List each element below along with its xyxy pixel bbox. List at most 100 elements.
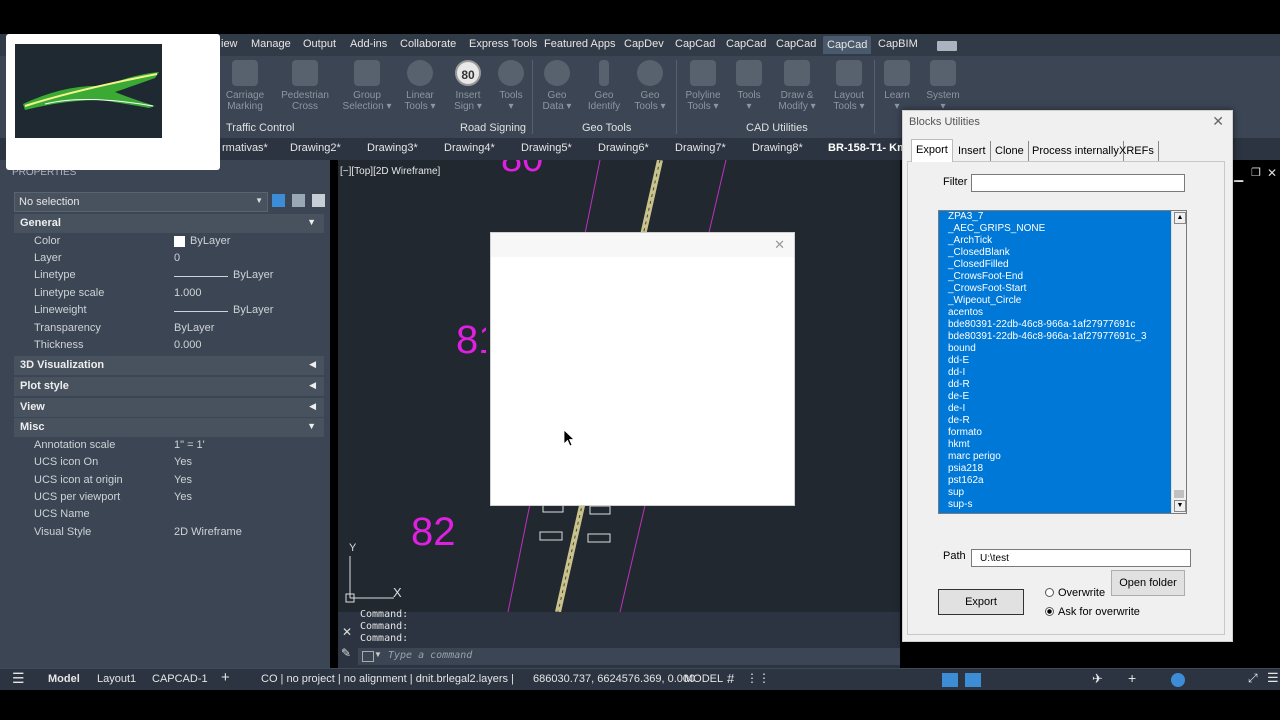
prop-row-ucs-name[interactable]: UCS Name (0, 506, 322, 523)
snap-icon[interactable]: ⋮⋮ (746, 671, 770, 685)
overwrite-radio[interactable] (1045, 588, 1054, 597)
system-button[interactable]: System ▾ (918, 60, 968, 112)
block-list-item[interactable]: dd-R (939, 379, 1171, 391)
pedestrian-cross-button[interactable]: Pedestrian Cross (280, 60, 330, 112)
prop-row-layer[interactable]: Layer 0 (0, 250, 322, 267)
tab-express-tools[interactable]: Express Tools (469, 38, 537, 50)
doc-tab[interactable]: Drawing6* (598, 142, 649, 154)
capcad-layout-tab[interactable]: CAPCAD-1 (152, 673, 208, 685)
tab-manage[interactable]: Manage (251, 38, 291, 50)
close-icon[interactable]: ✕ (1267, 166, 1277, 180)
tab-collaborate[interactable]: Collaborate (400, 38, 456, 50)
block-list-item[interactable]: formato (939, 427, 1171, 439)
prop-row-ucs-icon-on[interactable]: UCS icon On Yes (0, 454, 322, 471)
section-misc[interactable]: Misc ▼ (14, 418, 324, 437)
block-list-item[interactable]: bde80391-22db-46c8-966a-1af27977691c (939, 319, 1171, 331)
tab-process-internally[interactable]: Process internally (1028, 141, 1124, 161)
select-objects-icon[interactable] (292, 194, 305, 207)
model-space-button[interactable]: MODEL (684, 673, 723, 685)
tab-view[interactable]: iew (221, 38, 238, 50)
block-list-item[interactable]: _Wipeout_Circle (939, 295, 1171, 307)
linear-tools-button[interactable]: Linear Tools ▾ (395, 60, 445, 112)
scroll-up-icon[interactable]: ▲ (1174, 212, 1186, 224)
viewport-controls[interactable]: [−][Top][2D Wireframe] (340, 166, 440, 177)
close-icon[interactable]: ✕ (342, 625, 352, 639)
fullscreen-icon[interactable]: ⤢ (1248, 671, 1258, 686)
tab-capcad-2[interactable]: CapCad (726, 38, 766, 50)
grid-icon[interactable]: # (727, 671, 734, 686)
restore-icon[interactable]: ❐ (1251, 166, 1261, 179)
sign-tools-button[interactable]: Tools ▾ (486, 60, 536, 112)
open-folder-button[interactable]: Open folder (1111, 570, 1185, 596)
block-list-item[interactable]: hkmt (939, 439, 1171, 451)
pickadd-icon[interactable] (312, 194, 325, 207)
polyline-tools-button[interactable]: Polyline Tools ▾ (678, 60, 728, 112)
selection-dropdown[interactable]: No selection ▼ (14, 192, 268, 212)
listbox-scrollbar[interactable]: ▲ ▼ (1171, 211, 1186, 513)
scroll-down-icon[interactable]: ▼ (1174, 500, 1186, 512)
block-list-item[interactable]: bound (939, 343, 1171, 355)
carriage-marking-button[interactable]: Carriage Marking (220, 60, 270, 112)
geo-identify-button[interactable]: Geo Identify (579, 60, 629, 112)
block-list-item[interactable]: _ClosedBlank (939, 247, 1171, 259)
add-layout-button[interactable]: + (221, 669, 230, 686)
tab-clone[interactable]: Clone (991, 141, 1029, 161)
block-list-item[interactable]: _ArchTick (939, 235, 1171, 247)
prop-row-transparency[interactable]: Transparency ByLayer (0, 320, 322, 337)
block-list-item[interactable]: _AEC_GRIPS_NONE (939, 223, 1171, 235)
tab-capcad-active[interactable]: CapCad (823, 36, 872, 54)
ask-overwrite-radio[interactable] (1045, 607, 1054, 616)
layout1-tab[interactable]: Layout1 (97, 673, 136, 685)
prop-row-linetype[interactable]: Linetype ByLayer (0, 267, 322, 284)
prop-row-ucs-icon-origin[interactable]: UCS icon at origin Yes (0, 472, 322, 489)
block-list-item[interactable]: bde80391-22db-46c8-966a-1af27977691c_3 (939, 331, 1171, 343)
layout-tools-button[interactable]: Layout Tools ▾ (824, 60, 874, 112)
prop-row-color[interactable]: Color ByLayer (0, 233, 322, 250)
geo-tools-button[interactable]: Geo Tools ▾ (625, 60, 675, 112)
geo-data-button[interactable]: Geo Data ▾ (532, 60, 582, 112)
prop-row-lineweight[interactable]: Lineweight ByLayer (0, 302, 322, 319)
block-list-item[interactable]: ZPA3_7 (939, 211, 1171, 223)
tab-export[interactable]: Export (911, 139, 953, 162)
doc-tab-active[interactable]: BR-158-T1- Km (828, 142, 907, 154)
block-list-item[interactable]: de-E (939, 391, 1171, 403)
add-icon[interactable]: + (1128, 670, 1136, 686)
group-selection-button[interactable]: Group Selection ▾ (342, 60, 392, 112)
model-tab[interactable]: Model (48, 673, 80, 685)
block-list-item[interactable]: psia218 (939, 463, 1171, 475)
blocks-listbox[interactable]: ZPA3_7 _AEC_GRIPS_NONE _ArchTick _ClosedBla… (938, 210, 1187, 514)
section-view[interactable]: View ◀ (14, 398, 324, 417)
tab-xrefs[interactable]: XREFs (1115, 141, 1159, 161)
block-list-item[interactable]: de-R (939, 415, 1171, 427)
wrench-icon[interactable]: ✎ (341, 646, 351, 660)
doc-tab[interactable]: Drawing2* (290, 142, 341, 154)
export-button[interactable]: Export (938, 589, 1024, 615)
tab-capcad-1[interactable]: CapCad (675, 38, 715, 50)
tab-capdev[interactable]: CapDev (624, 38, 664, 50)
block-list-item[interactable]: _ClosedFilled (939, 259, 1171, 271)
selection-cycling-icon[interactable] (942, 673, 958, 687)
block-list-item[interactable]: de-I (939, 403, 1171, 415)
prop-row-linetype-scale[interactable]: Linetype scale 1.000 (0, 285, 322, 302)
cad-tools-button[interactable]: Tools ▾ (724, 60, 774, 112)
doc-tab[interactable]: Drawing3* (367, 142, 418, 154)
prop-row-annotation-scale[interactable]: Annotation scale 1" = 1' (0, 437, 322, 454)
tab-capbim[interactable]: CapBIM (878, 38, 918, 50)
tab-capcad-3[interactable]: CapCad (776, 38, 816, 50)
doc-tab[interactable]: rmativas* (222, 142, 268, 154)
menu-icon[interactable]: ☰ (12, 670, 25, 687)
doc-tab[interactable]: Drawing7* (675, 142, 726, 154)
draw-modify-button[interactable]: Draw & Modify ▾ (772, 60, 822, 112)
tab-insert[interactable]: Insert (954, 141, 991, 161)
path-input[interactable] (971, 549, 1191, 567)
block-list-item[interactable]: sup (939, 487, 1171, 499)
section-general[interactable]: General ▼ (14, 214, 324, 233)
prop-row-visual-style[interactable]: Visual Style 2D Wireframe (0, 524, 322, 541)
quick-select-icon[interactable] (272, 194, 285, 207)
minimize-icon[interactable]: ▁ (1234, 168, 1243, 182)
block-list-item[interactable]: pst162a (939, 475, 1171, 487)
workspace-toggle-icon[interactable] (937, 41, 957, 51)
learn-button[interactable]: Learn ▾ (872, 60, 922, 112)
doc-tab[interactable]: Drawing4* (444, 142, 495, 154)
block-list-item[interactable]: acentos (939, 307, 1171, 319)
